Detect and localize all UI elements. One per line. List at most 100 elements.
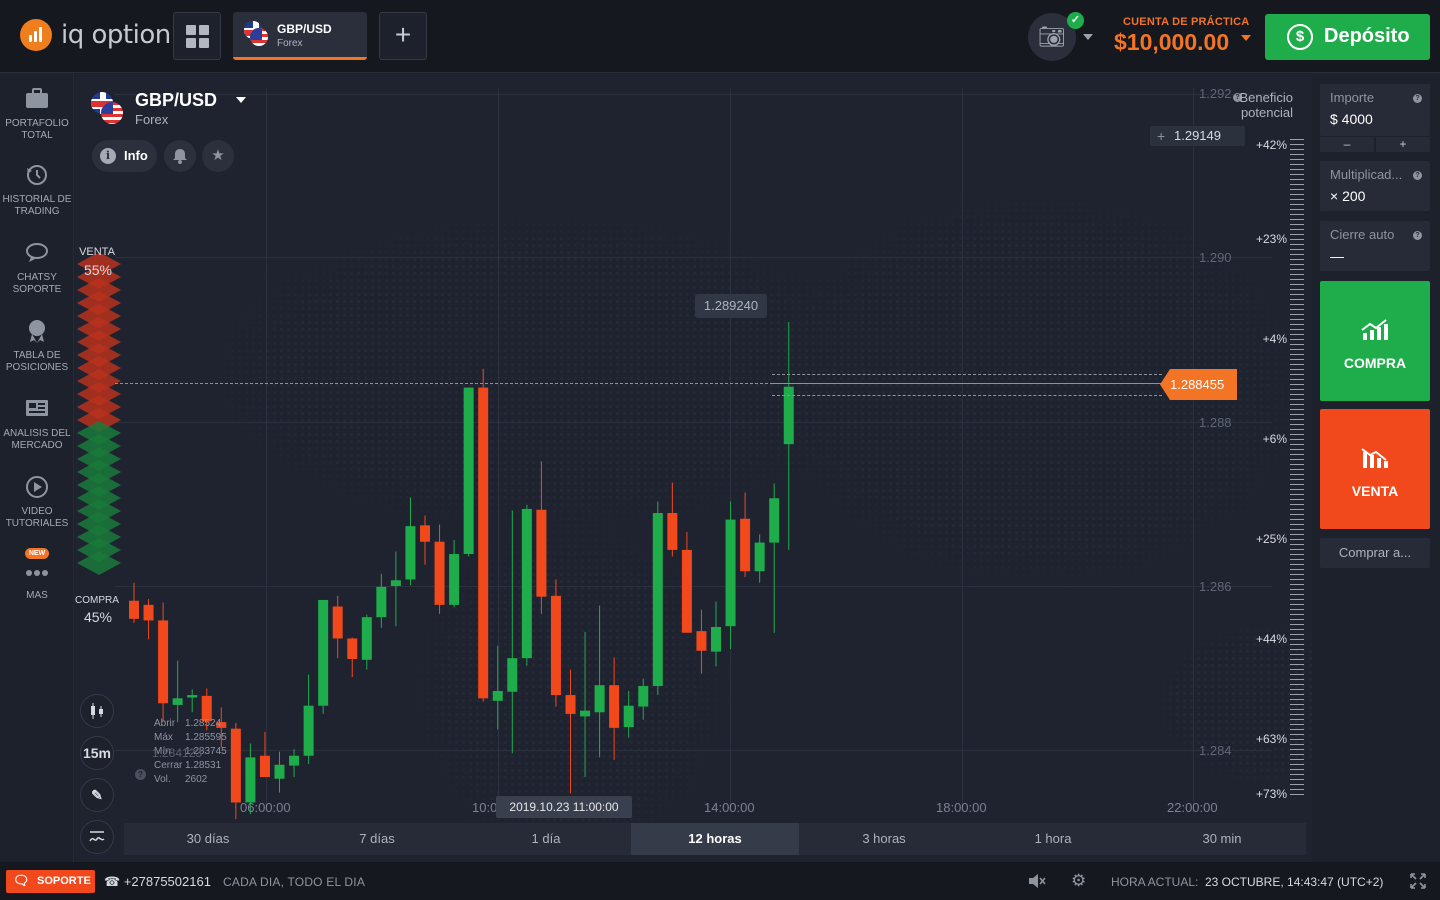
candle-body[interactable] [332,606,343,639]
timeframe-button[interactable]: 15m [80,736,114,770]
candle-body[interactable] [594,685,605,713]
candle-body[interactable] [623,705,634,728]
candle-body[interactable] [463,387,474,555]
candle-body[interactable] [580,710,591,717]
candle-body[interactable] [361,617,372,660]
candle-body[interactable] [318,599,329,706]
help-icon[interactable]: ? [1413,94,1422,103]
candle-body[interactable] [376,586,387,618]
autoclose-field[interactable]: Cierre auto ? — [1320,221,1430,271]
candle-body[interactable] [143,604,154,621]
sell-button[interactable]: VENTA [1320,409,1430,529]
candle-body[interactable] [711,627,721,652]
logo-text: iq option [61,20,171,50]
candle-body[interactable] [420,525,430,542]
sidebar-item-more[interactable]: MAS [0,558,74,602]
sidebar-item-chat-support[interactable]: CHATSY SOPORTE [0,240,74,296]
support-button[interactable]: 🗨︎ SOPORTE [6,870,95,893]
chart-area[interactable]: VENTA 55% COMPRA 45% GBP/USD Forex i Inf… [75,74,1312,862]
candle-body[interactable] [347,638,358,659]
candle-body[interactable] [769,498,780,543]
candlestick-chart[interactable] [75,74,1312,862]
current-time-label: HORA ACTUAL: [1111,875,1199,889]
chart-type-button[interactable] [80,694,114,728]
candle-body[interactable] [638,686,649,707]
candle-body[interactable] [609,685,620,728]
increase-amount-button[interactable]: + [1376,137,1430,152]
settings-gear-icon[interactable]: ⚙︎ [1071,871,1086,891]
candle-body[interactable] [725,519,736,627]
support-hours: CADA DIA, TODO EL DIA [223,875,366,889]
pair-dropdown-icon[interactable] [236,97,246,103]
help-icon[interactable]: ? [135,769,146,780]
candle-body[interactable] [187,695,198,698]
account-type-label[interactable]: CUENTA DE PRÁCTICA [1123,16,1249,28]
candle-body[interactable] [289,755,300,766]
amount-field[interactable]: Importe ? $ 4000 [1320,84,1430,136]
multiplier-field[interactable]: Multiplicad... ? × 200 [1320,161,1430,211]
asset-tab-gbp-usd[interactable]: GBP/USD Forex [233,12,367,60]
candle-body[interactable] [507,658,518,692]
candle-body[interactable] [740,518,751,572]
fullscreen-icon[interactable] [1410,871,1426,894]
candle-body[interactable] [245,757,256,803]
timeframe-3-hours[interactable]: 3 horas [800,823,968,855]
draw-tool-button[interactable]: ✎ [80,778,114,812]
candle-body[interactable] [696,631,707,651]
sidebar-item-trading-history[interactable]: HISTORIAL DE TRADING [0,162,74,218]
timeframe-12-hours[interactable]: 12 horas [631,823,799,855]
candle-body[interactable] [492,690,503,701]
profit-ruler[interactable] [1290,139,1304,795]
candle-body[interactable] [667,513,678,550]
mute-icon[interactable] [1028,871,1046,894]
help-icon[interactable]: ? [1413,231,1422,240]
candle-body[interactable] [274,764,285,779]
timeframe-30-min[interactable]: 30 min [1138,823,1306,855]
top-price-box[interactable]: + 1.29149 [1150,126,1245,146]
indicators-button[interactable] [80,820,114,854]
timeframe-30-days[interactable]: 30 días [124,823,292,855]
decrease-amount-button[interactable]: – [1320,137,1374,152]
candle-body[interactable] [390,580,401,586]
phone-number[interactable]: ☎︎ +27875502161 [104,874,211,890]
candle-body[interactable] [521,508,532,659]
sidebar-item-market-analysis[interactable]: ANALISIS DEL MERCADO [0,396,74,452]
candle-body[interactable] [158,620,169,704]
add-asset-button[interactable]: + [379,12,427,60]
sidebar-item-video-tutorials[interactable]: VIDEO TUTORIALES [0,474,74,530]
amount-value[interactable]: $ 4000 [1330,111,1373,127]
sidebar-item-leaderboard[interactable]: TABLA DE POSICIONES [0,318,74,374]
candle-body[interactable] [536,509,547,597]
candle-body[interactable] [550,595,561,696]
candle-body[interactable] [405,526,416,580]
timeframe-1-hour[interactable]: 1 hora [969,823,1137,855]
candle-body[interactable] [259,755,270,778]
timeframe-1-day[interactable]: 1 día [462,823,630,855]
camera-dropdown-icon[interactable] [1083,34,1093,40]
candle-body[interactable] [230,728,241,803]
account-balance[interactable]: $10,000.00 [1114,29,1229,56]
candle-body[interactable] [652,513,663,687]
candle-body[interactable] [478,387,489,699]
info-button[interactable]: i Info [92,140,157,172]
buy-button[interactable]: COMPRA [1320,281,1430,401]
candle-body[interactable] [565,695,576,714]
star-icon[interactable]: ★ [202,140,234,172]
timeframe-7-days[interactable]: 7 días [293,823,461,855]
apps-grid-button[interactable] [173,12,221,60]
candle-body[interactable] [172,698,183,705]
candle-body[interactable] [303,705,314,756]
help-icon[interactable]: ? [1413,171,1422,180]
history-icon [24,162,50,188]
deposit-button[interactable]: $ Depósito [1265,14,1430,60]
logo[interactable]: iq option [20,19,171,51]
account-dropdown-icon[interactable] [1241,35,1251,41]
candle-body[interactable] [754,542,765,572]
bell-icon[interactable] [164,140,196,172]
buy-at-button[interactable]: Comprar a... [1320,538,1430,568]
candle-body[interactable] [449,554,460,605]
sidebar-item-portfolio[interactable]: PORTAFOLIO TOTAL [0,86,74,142]
candle-body[interactable] [129,600,139,619]
candle-body[interactable] [681,549,692,633]
candle-body[interactable] [434,541,445,605]
